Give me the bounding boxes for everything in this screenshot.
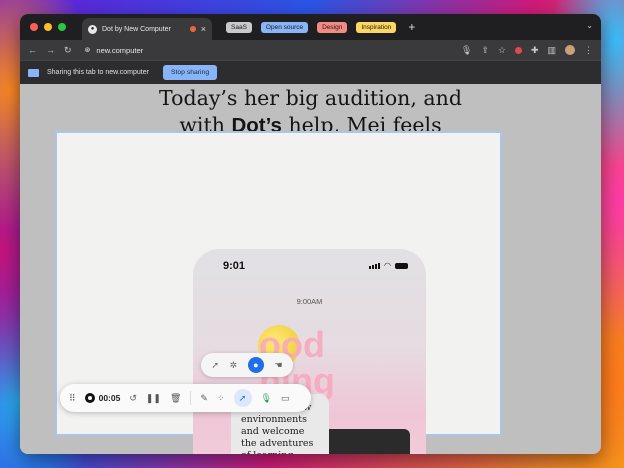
forward-icon[interactable]: → [46, 45, 55, 55]
share-icon[interactable]: ⇪ [481, 45, 489, 56]
stop-sharing-button[interactable]: Stop sharing [162, 65, 218, 80]
profile-avatar[interactable] [565, 45, 575, 55]
tab-group-saas[interactable]: SaaS [226, 21, 252, 33]
browser-window: ● Dot by New Computer × SaaS Open source… [20, 14, 601, 454]
record-icon[interactable] [84, 393, 95, 403]
pen-icon[interactable]: ✎ [200, 393, 208, 404]
pause-icon[interactable]: ❚❚ [146, 393, 161, 404]
tab-groups: SaaS Open source Design Inspiration [226, 21, 397, 33]
pointer-icon[interactable]: ➚ [211, 360, 219, 371]
annotation-toolbar: ➚ ✲ ● ☚ [201, 353, 293, 377]
divider [190, 391, 192, 405]
battery-icon [395, 262, 408, 269]
bookmark-star-icon[interactable]: ☆ [498, 45, 506, 56]
phone-status-icons: ◠ [369, 261, 408, 270]
sparkle-cursor-icon[interactable]: ✲ [230, 360, 238, 371]
browser-toolbar: ← → ↻ ⊛ new.computer 🎙︎ ⇪ ☆ ✚ ▥ ⋮ [20, 40, 601, 60]
url-text: new.computer [96, 45, 144, 55]
tab-sharing-bar: Sharing this tab to new.computer Stop sh… [20, 60, 601, 84]
minimize-window-button[interactable] [44, 23, 52, 31]
cursor-highlight-icon[interactable]: ➚ [233, 389, 252, 407]
phone-status-time: 9:01 [223, 260, 246, 272]
camera-icon[interactable]: ▭ [281, 393, 290, 404]
tab-title: Dot by New Computer [102, 25, 171, 33]
extension-record-icon[interactable] [514, 46, 522, 54]
address-bar[interactable]: ⊛ new.computer [85, 46, 452, 55]
tab-bar: ● Dot by New Computer × SaaS Open source… [20, 14, 601, 40]
recording-indicator-icon [189, 26, 196, 32]
tab-group-open-source[interactable]: Open source [260, 21, 309, 33]
side-panel-icon[interactable]: ▥ [547, 45, 556, 56]
wifi-icon: ◠ [384, 261, 391, 270]
restart-icon[interactable]: ↺ [129, 393, 137, 404]
microphone-icon[interactable]: 🎙︎ [261, 393, 272, 404]
maximize-window-button[interactable] [58, 23, 66, 31]
tab-group-design[interactable]: Design [317, 21, 348, 33]
tab-search-chevron-icon[interactable]: ⌄ [586, 21, 593, 30]
elapsed-time: 00:05 [98, 393, 121, 403]
microphone-icon[interactable]: 🎙︎ [461, 45, 472, 56]
hand-cursor-icon[interactable]: ☚ [275, 360, 283, 371]
phone-clock: 9:00AM [296, 297, 323, 306]
extensions-puzzle-icon[interactable]: ✚ [531, 45, 539, 56]
delete-icon[interactable]: 🗑︎ [170, 393, 181, 404]
new-tab-button[interactable]: + [408, 20, 415, 34]
page-content: Today’s her big audition, and with Dot’s… [20, 84, 601, 454]
site-info-icon[interactable]: ⊛ [85, 46, 91, 54]
reload-icon[interactable]: ↻ [64, 45, 72, 56]
toolbar-actions: 🎙︎ ⇪ ☆ ✚ ▥ ⋮ [461, 45, 593, 56]
cellular-signal-icon [369, 262, 381, 269]
recording-timer: 00:05 [84, 393, 121, 403]
dot-favicon-icon: ● [88, 24, 97, 34]
close-window-button[interactable] [30, 23, 38, 31]
active-tab[interactable]: ● Dot by New Computer × [82, 18, 212, 40]
spotlight-icon[interactable]: ⁘ [217, 393, 225, 404]
hero-line-1: Today’s her big audition, and [159, 86, 462, 110]
sharing-message: Sharing this tab to new.computer [47, 69, 149, 76]
tab-group-inspiration[interactable]: Inspiration [356, 21, 397, 33]
recording-controls: ⠿ 00:05 ↺ ❚❚ 🗑︎ ✎ ⁘ ➚ 🎙︎ ▭ [60, 384, 311, 412]
highlight-cursor-icon[interactable]: ● [247, 357, 264, 373]
window-controls [30, 23, 66, 31]
close-tab-icon[interactable]: × [201, 24, 206, 34]
back-icon[interactable]: ← [28, 45, 37, 55]
drag-handle-icon[interactable]: ⠿ [69, 393, 76, 404]
screen-share-icon [28, 68, 39, 77]
browser-menu-icon[interactable]: ⋮ [584, 45, 593, 56]
